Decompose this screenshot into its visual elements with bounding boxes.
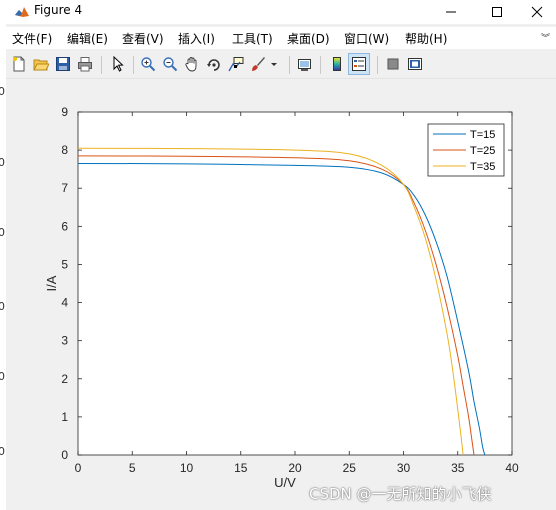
x-tick-label: 15 [234,461,248,475]
menu-desktop[interactable]: 桌面(D) [287,30,330,47]
close-icon [531,6,543,18]
background-tick-label: 0 [0,300,5,313]
insert-legend-button[interactable] [348,53,370,75]
menu-tools[interactable]: 工具(T) [232,30,273,47]
y-tick-label: 3 [61,334,68,348]
edit-plot-button[interactable] [107,53,129,75]
x-tick-label: 20 [288,461,302,475]
figure-window: Figure 4 文件(F) 编辑(E) 查看(V) 插入(I) 工具(T) 桌… [6,0,556,510]
maximize-icon [492,7,502,17]
toolbar-separator [133,56,134,74]
legend-label: T=35 [470,161,495,173]
legend-label: T=15 [470,129,495,141]
x-tick-label: 35 [451,461,465,475]
minimize-icon [446,11,456,13]
dropdown-arrow-icon [271,63,277,66]
y-tick-label: 7 [61,181,68,195]
x-tick-label: 25 [343,461,357,475]
y-tick-label: 1 [61,410,68,424]
brush-dropdown[interactable] [268,53,280,75]
x-tick-label: 10 [180,461,194,475]
toolbar-separator [377,56,378,74]
pointer-icon [113,56,124,72]
watermark: CSDN @一无所知的小飞侠 [309,485,492,503]
background-tick-label: 0 [0,226,5,239]
maximize-button[interactable] [474,0,520,24]
hide-plot-tools-button[interactable] [382,53,404,75]
show-plot-tools-icon [408,58,422,70]
title-bar[interactable]: Figure 4 [6,0,556,24]
save-button[interactable] [52,53,74,75]
new-figure-icon [13,56,25,72]
x-axis-label: U/V [274,475,296,490]
rotate-3d-icon [207,59,220,71]
zoom-in-button[interactable] [137,53,159,75]
menu-bar: 文件(F) 编辑(E) 查看(V) 插入(I) 工具(T) 桌面(D) 窗口(W… [6,27,556,49]
y-tick-label: 2 [61,372,68,386]
save-icon [56,57,70,71]
y-axis-label: I/A [44,275,59,291]
y-tick-label: 9 [61,105,68,119]
menu-view[interactable]: 查看(V) [122,30,164,47]
menu-insert[interactable]: 插入(I) [178,30,215,47]
menu-expand-icon[interactable]: ︾ [541,31,550,44]
pan-button[interactable] [181,53,203,75]
open-file-button[interactable] [30,53,52,75]
y-tick-label: 4 [61,296,68,310]
data-cursor-icon [228,57,244,72]
show-plot-tools-button[interactable] [404,53,426,75]
zoom-out-icon [163,57,178,72]
toolbar-separator [320,56,321,74]
link-plot-icon [298,59,311,71]
print-button[interactable] [74,53,96,75]
close-button[interactable] [518,0,556,24]
y-tick-label: 5 [61,257,68,271]
hide-plot-tools-icon [387,58,399,70]
insert-colorbar-icon [333,57,341,71]
toolbar-separator [289,56,290,74]
insert-colorbar-button[interactable] [326,53,348,75]
menu-file[interactable]: 文件(F) [12,30,52,47]
zoom-in-icon [141,57,156,72]
x-tick-label: 30 [397,461,411,475]
x-tick-label: 0 [75,461,82,475]
link-plot-button[interactable] [294,53,316,75]
toolbar-separator [101,56,102,74]
figure-canvas: 0 5 10 15 20 25 30 35 40 0 1 2 3 4 5 6 7 8 9 U/V I/A T=15 T=25… [6,80,556,498]
menu-help[interactable]: 帮助(H) [405,30,447,47]
y-tick-label: 0 [61,448,68,462]
background-tick-label: 0 [0,370,5,383]
background-tick-label: 0 [0,156,5,169]
open-file-icon [33,59,49,71]
menu-window[interactable]: 窗口(W) [344,30,389,47]
print-icon [78,57,92,72]
brush-icon [252,57,265,71]
zoom-out-button[interactable] [159,53,181,75]
brush-button[interactable] [247,53,269,75]
figure-toolbar [6,52,556,79]
data-cursor-button[interactable] [225,53,247,75]
y-tick-label: 6 [61,219,68,233]
x-tick-label: 40 [505,461,519,475]
line-chart: 0 5 10 15 20 25 30 35 40 0 1 2 3 4 5 6 7 8 9 U/V I/A T=15 T=25… [44,105,519,490]
window-title: Figure 4 [34,3,83,17]
background-tick-label: 0 [0,85,5,98]
pan-hand-icon [185,57,197,72]
new-figure-button[interactable] [8,53,30,75]
legend-label: T=25 [470,145,495,157]
rotate-3d-button[interactable] [203,53,225,75]
background-tick-label: 0 [0,445,5,458]
menu-edit[interactable]: 编辑(E) [67,30,108,47]
y-tick-label: 8 [61,143,68,157]
minimize-button[interactable] [428,0,474,24]
x-tick-label: 5 [129,461,136,475]
matlab-icon [14,4,30,20]
insert-legend-icon [352,57,366,71]
